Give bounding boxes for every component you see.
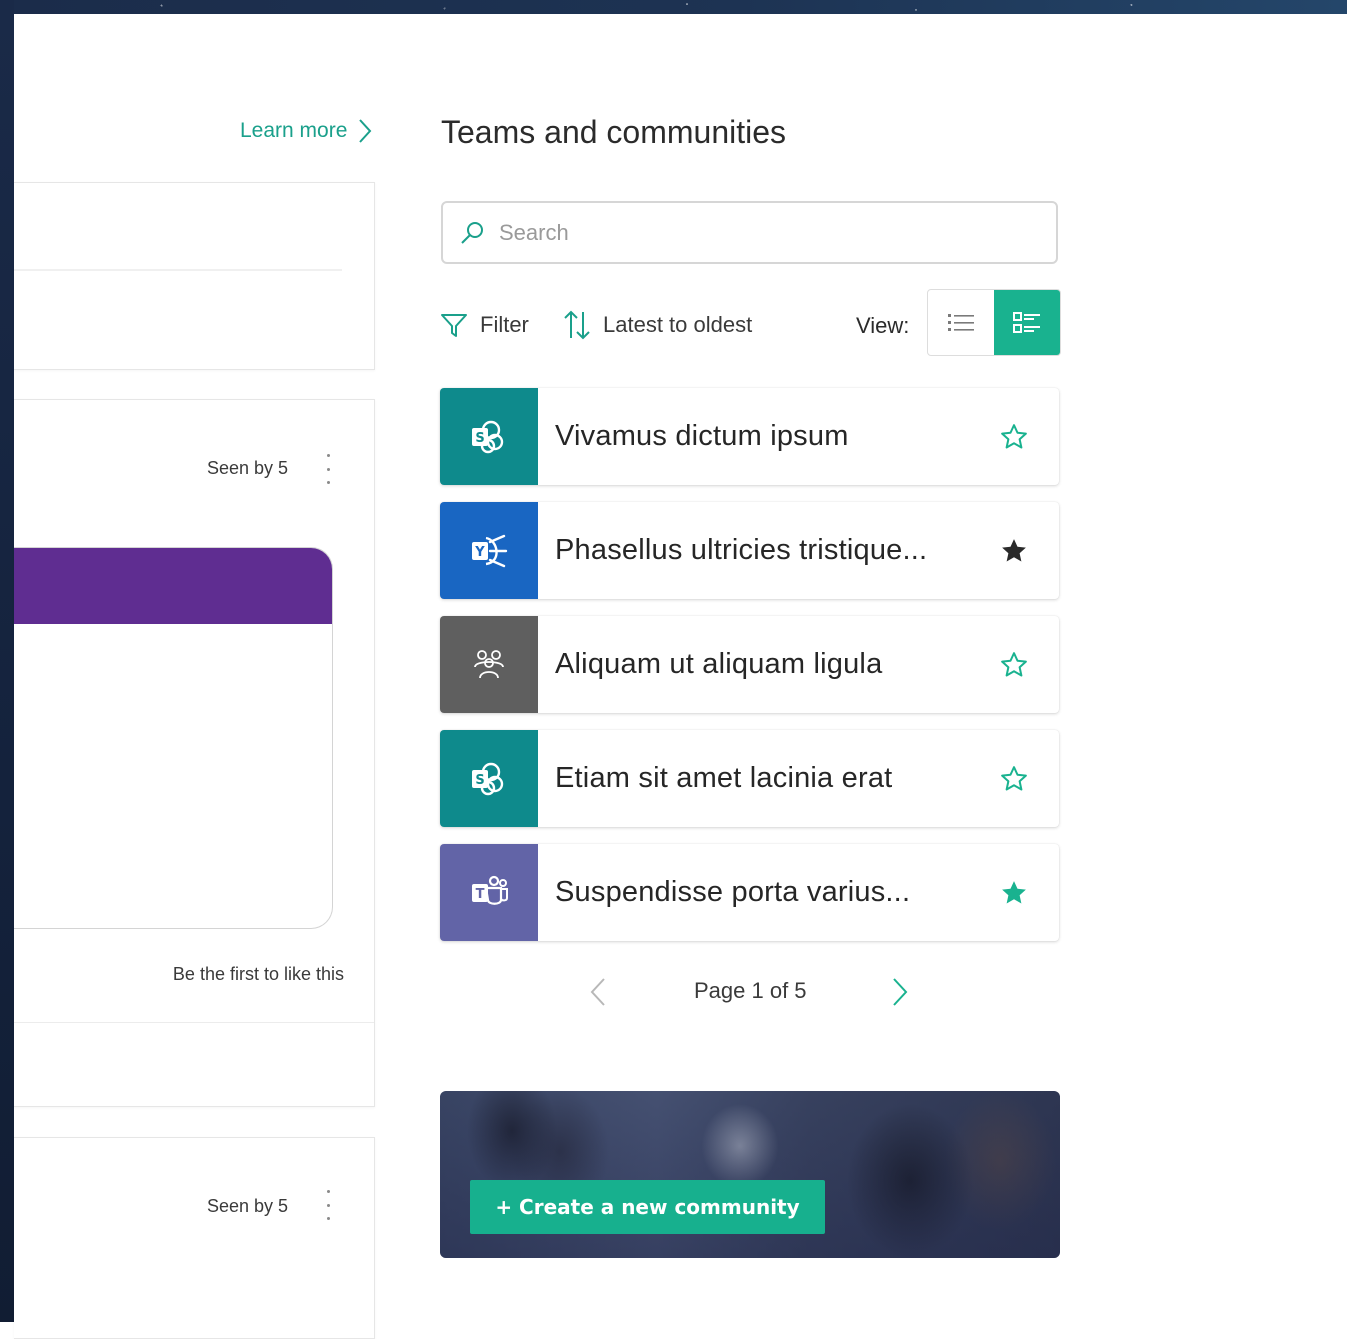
post-media-card[interactable] <box>14 547 333 929</box>
community-item[interactable]: T Suspendisse porta varius... <box>440 844 1059 941</box>
community-item[interactable]: Aliquam ut aliquam ligula <box>440 616 1059 713</box>
community-icon-tile <box>440 616 538 713</box>
svg-text:Y: Y <box>474 545 485 560</box>
window-left-edge <box>0 0 14 1322</box>
group-icon <box>474 649 504 678</box>
favorite-toggle[interactable] <box>969 844 1059 941</box>
list-view-icon <box>948 313 974 331</box>
seen-count: Seen by 5 <box>206 1196 288 1216</box>
community-list: S Vivamus dictum ipsum Y Phasellus ultri… <box>440 388 1059 958</box>
chevron-right-icon[interactable] <box>888 976 912 1008</box>
tile-view-button[interactable] <box>994 290 1060 355</box>
feed-card <box>14 182 375 370</box>
seen-count: Seen by 5 <box>206 458 288 478</box>
favorite-toggle[interactable] <box>969 388 1059 485</box>
feed-post-card: Seen by 5 Be the first to like this <box>14 399 375 1107</box>
star-outline-icon <box>1001 651 1027 676</box>
svg-text:S: S <box>475 773 484 788</box>
sort-button[interactable]: Latest to oldest <box>563 306 752 344</box>
pagination: Page 1 of 5 <box>586 972 916 1012</box>
search-input[interactable] <box>497 218 1001 247</box>
sharepoint-icon: S <box>472 762 504 795</box>
like-status: Be the first to like this <box>172 964 344 984</box>
chevron-left-icon[interactable] <box>586 976 610 1008</box>
community-title: Aliquam ut aliquam ligula <box>555 648 883 680</box>
chevron-right-icon <box>359 119 372 143</box>
panel-title: Teams and communities <box>441 114 787 150</box>
more-options-icon[interactable] <box>318 1190 338 1220</box>
feed-post-card: Seen by 5 <box>14 1137 375 1339</box>
community-title: Etiam sit amet lacinia erat <box>555 762 893 794</box>
community-icon-tile: T <box>440 844 538 941</box>
community-item[interactable]: S Etiam sit amet lacinia erat <box>440 730 1059 827</box>
page-indicator: Page 1 of 5 <box>694 978 807 1003</box>
teams-icon: T <box>472 875 508 905</box>
tile-view-icon <box>1013 311 1040 333</box>
community-icon-tile: Y <box>440 502 538 599</box>
community-icon-tile: S <box>440 388 538 485</box>
community-item[interactable]: Y Phasellus ultricies tristique... <box>440 502 1059 599</box>
star-filled-icon <box>1002 538 1026 561</box>
community-title: Vivamus dictum ipsum <box>555 420 849 452</box>
community-banner-image: + Create a new community <box>440 1091 1060 1258</box>
favorite-toggle[interactable] <box>969 616 1059 713</box>
sort-label: Latest to oldest <box>603 312 753 337</box>
favorite-toggle[interactable] <box>969 502 1059 599</box>
sort-icon <box>564 310 590 340</box>
window-top-edge <box>0 0 1347 14</box>
community-item[interactable]: S Vivamus dictum ipsum <box>440 388 1059 485</box>
divider <box>14 269 342 271</box>
search-icon <box>461 221 483 244</box>
divider <box>14 1022 374 1023</box>
list-view-button[interactable] <box>928 290 994 355</box>
search-box[interactable] <box>441 201 1058 264</box>
yammer-icon: Y <box>472 534 508 567</box>
community-icon-tile: S <box>440 730 538 827</box>
filter-button[interactable]: Filter <box>440 306 529 344</box>
star-outline-icon <box>1001 765 1027 790</box>
learn-more-link[interactable]: Learn more <box>240 116 373 146</box>
view-toggle <box>927 289 1061 356</box>
favorite-toggle[interactable] <box>969 730 1059 827</box>
community-title: Suspendisse porta varius... <box>555 876 911 908</box>
create-community-button[interactable]: + Create a new community <box>470 1180 825 1234</box>
svg-text:S: S <box>475 431 484 446</box>
svg-text:T: T <box>476 887 485 902</box>
community-title: Phasellus ultricies tristique... <box>555 534 928 566</box>
more-options-icon[interactable] <box>318 454 338 484</box>
filter-label: Filter <box>480 312 529 337</box>
learn-more-label: Learn more <box>240 119 348 142</box>
sharepoint-icon: S <box>472 420 504 453</box>
media-header-bar <box>14 548 332 624</box>
star-outline-icon <box>1001 423 1027 448</box>
filter-icon <box>441 314 467 337</box>
star-filled-icon <box>1002 880 1026 903</box>
view-label: View: <box>856 313 910 338</box>
